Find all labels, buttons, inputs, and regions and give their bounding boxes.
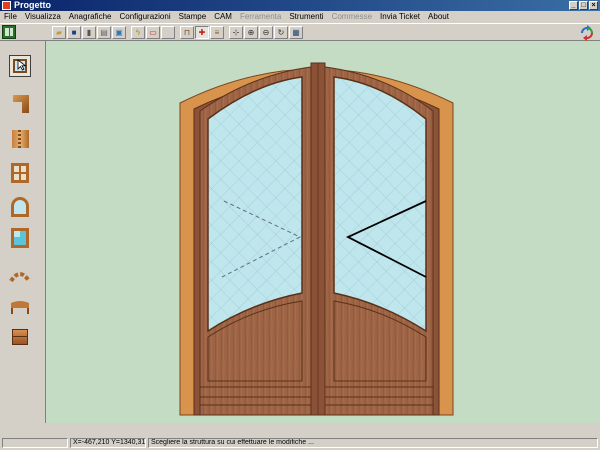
rotate-icon[interactable]: ↻ (274, 26, 288, 39)
screen-icon[interactable]: ▦ (289, 26, 303, 39)
lightning-icon[interactable]: ϟ (131, 26, 145, 39)
zoom-out-icon[interactable]: ⊖ (259, 26, 273, 39)
menu-visualizza[interactable]: Visualizza (21, 11, 65, 23)
glass-panel-icon[interactable] (9, 227, 31, 249)
panel-block-icon[interactable] (9, 326, 31, 348)
open-icon[interactable]: ▰ (52, 26, 66, 39)
menu-stampe[interactable]: Stampe (175, 11, 211, 23)
frame-tool-icon[interactable]: ⊓ (180, 26, 194, 39)
window-grid-icon[interactable] (9, 162, 31, 184)
menu-configurazioni[interactable]: Configurazioni (115, 11, 174, 23)
toolbar: ▰ ■ ▮ ▤ ▣ ϟ ▭ ⊓ ✚ ≡ ⊹ ⊕ ⊖ ↻ ▦ (0, 23, 600, 41)
refresh-arrows-icon[interactable] (578, 24, 596, 42)
tool-sidebar (0, 41, 46, 423)
maximize-button[interactable]: □ (579, 1, 588, 10)
status-coords: X=-467,210 Y=1340,310 (70, 438, 146, 448)
profile-corner-icon[interactable] (9, 93, 31, 115)
right-door-leaf (324, 66, 434, 416)
status-empty-panel (2, 438, 68, 448)
left-door-leaf (199, 66, 312, 416)
beam-icon[interactable] (9, 295, 31, 317)
blank-button[interactable] (161, 26, 175, 39)
close-button[interactable]: × (589, 1, 598, 10)
menu-invia-ticket[interactable]: Invia Ticket (376, 11, 424, 23)
door-drawing[interactable] (46, 41, 600, 423)
title-bar: Progetto _ □ × (0, 0, 600, 11)
drawing-canvas[interactable] (46, 41, 600, 423)
active-tool-icon[interactable]: ✚ (195, 26, 209, 39)
window-buttons: _ □ × (569, 1, 598, 10)
menu-ferramenta[interactable]: Ferramenta (236, 11, 285, 23)
joint-icon[interactable] (9, 128, 31, 150)
save-icon[interactable]: ■ (67, 26, 81, 39)
arc-segment-icon[interactable] (9, 265, 31, 287)
status-bar: X=-467,210 Y=1340,310 Scegliere la strut… (0, 423, 600, 450)
menu-file[interactable]: File (0, 11, 21, 23)
add-node-icon[interactable]: ⊹ (229, 26, 243, 39)
preview-icon[interactable]: ▣ (112, 26, 126, 39)
minimize-button[interactable]: _ (569, 1, 578, 10)
delete-icon[interactable]: ▮ (82, 26, 96, 39)
menu-cam[interactable]: CAM (210, 11, 236, 23)
menu-bar: File Visualizza Anagrafiche Configurazio… (0, 11, 600, 23)
red-frame-icon[interactable]: ▭ (146, 26, 160, 39)
menu-strumenti[interactable]: Strumenti (285, 11, 327, 23)
arch-window-icon[interactable] (9, 196, 31, 218)
menu-anagrafiche[interactable]: Anagrafiche (65, 11, 116, 23)
print-icon[interactable]: ▤ (97, 26, 111, 39)
window-title: Progetto (14, 0, 51, 10)
zoom-in-icon[interactable]: ⊕ (244, 26, 258, 39)
status-message: Scegliere la struttura su cui effettuare… (148, 438, 598, 448)
profile-tool-icon[interactable]: ≡ (210, 26, 224, 39)
select-arrow-icon[interactable] (9, 55, 31, 77)
app-icon (2, 1, 11, 10)
menu-about[interactable]: About (424, 11, 453, 23)
menu-commesse[interactable]: Commesse (328, 11, 376, 23)
layout-toggle-icon[interactable] (2, 25, 16, 39)
